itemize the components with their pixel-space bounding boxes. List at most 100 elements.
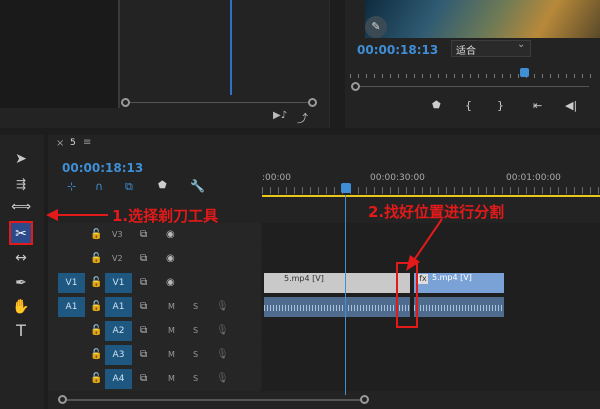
source-patch-a1[interactable]: A1 [58, 297, 85, 317]
timeline-scroll-end-handle[interactable] [360, 395, 369, 404]
timeline-playhead[interactable] [341, 183, 351, 193]
pen-tool-icon[interactable]: ✒ [10, 272, 32, 294]
fx-badge-icon: fx [418, 274, 428, 284]
lock-icon[interactable]: 🔓 [90, 295, 102, 319]
source-playhead-line [230, 0, 232, 95]
program-timecode[interactable]: 00:00:18:13 [357, 43, 438, 57]
track-label-v2[interactable]: V2 [112, 247, 123, 271]
sync-lock-icon[interactable]: ⧉ [140, 247, 147, 271]
audio-clip-left[interactable] [264, 297, 410, 317]
source-scroll-start-handle[interactable] [121, 98, 130, 107]
sync-lock-icon[interactable]: ⧉ [140, 223, 147, 247]
video-clip-right[interactable]: fx 5.mp4 [V] [414, 273, 504, 293]
program-scrollbar-track[interactable] [359, 86, 589, 87]
selection-tool-icon[interactable]: ➤ [10, 148, 32, 170]
work-area-bar[interactable] [262, 195, 600, 197]
track-lane-a2[interactable] [262, 319, 600, 343]
microphone-icon[interactable]: 🎙 [216, 319, 229, 343]
step-back-button[interactable]: ◀| [565, 99, 577, 112]
track-label-a2[interactable]: A2 [105, 321, 132, 341]
close-icon[interactable]: × [56, 138, 64, 149]
track-header-a2: 🔓 A2 ⧉ M S 🎙 [48, 319, 261, 343]
edit-pen-icon[interactable]: ✎ [365, 16, 387, 38]
ripple-edit-tool-icon[interactable]: ⟺ [10, 196, 32, 218]
microphone-icon[interactable]: 🎙 [216, 343, 229, 367]
hand-tool-icon[interactable]: ✋ [10, 296, 32, 318]
source-monitor-panel: ▶♪ ⤴ [0, 0, 330, 128]
lock-icon[interactable]: 🔓 [90, 343, 102, 367]
slip-tool-icon[interactable]: ↔ [10, 247, 32, 269]
nest-sequence-icon[interactable]: ⊹ [67, 180, 76, 193]
playhead-line [345, 195, 346, 395]
go-to-in-button[interactable]: ⇤ [533, 99, 542, 112]
track-label-a1[interactable]: A1 [105, 297, 132, 317]
mute-button[interactable]: M [168, 367, 175, 391]
source-scroll-end-handle[interactable] [308, 98, 317, 107]
track-label-v1[interactable]: V1 [105, 273, 132, 293]
add-marker-icon[interactable]: ⬟ [158, 180, 167, 191]
linked-selection-icon[interactable]: ⧉ [125, 180, 133, 194]
program-monitor-panel: ✎ 00:00:18:13 适合 ⌄ ⬟ { } ⇤ ◀| [345, 0, 600, 128]
type-tool-icon[interactable]: T [10, 320, 32, 342]
sync-lock-icon[interactable]: ⧉ [140, 271, 147, 295]
program-video-frame [365, 0, 600, 38]
mute-button[interactable]: M [168, 295, 175, 319]
track-lane-a4[interactable] [262, 367, 600, 391]
track-header-a3: 🔓 A3 ⧉ M S 🎙 [48, 343, 261, 367]
track-lane-a1[interactable] [262, 295, 600, 319]
track-label-v3[interactable]: V3 [112, 223, 123, 247]
wrench-icon[interactable]: 🔧 [190, 179, 205, 193]
eye-icon[interactable]: ◉ [166, 223, 175, 247]
sync-lock-icon[interactable]: ⧉ [140, 319, 147, 343]
solo-button[interactable]: S [193, 367, 198, 391]
mute-button[interactable]: M [168, 343, 175, 367]
timeline-ruler-ticks[interactable] [262, 187, 600, 194]
track-select-tool-icon[interactable]: ⇶ [10, 173, 32, 195]
source-patch-v1[interactable]: V1 [58, 273, 85, 293]
track-label-a3[interactable]: A3 [105, 345, 132, 365]
sync-lock-icon[interactable]: ⧉ [140, 343, 147, 367]
zoom-fit-dropdown[interactable]: 适合 ⌄ [451, 39, 531, 57]
zoom-fit-value: 适合 [456, 46, 476, 57]
export-frame-button[interactable]: ⤴ [297, 110, 308, 126]
mark-in-button[interactable]: { [465, 99, 472, 112]
microphone-icon[interactable]: 🎙 [216, 295, 229, 319]
audio-clip-right[interactable] [414, 297, 504, 317]
mark-out-button[interactable]: } [497, 99, 504, 112]
video-clip-left[interactable]: 5.mp4 [V] [264, 273, 410, 293]
sequence-timecode[interactable]: 00:00:18:13 [62, 161, 143, 175]
lock-icon[interactable]: 🔓 [90, 271, 102, 295]
track-label-a4[interactable]: A4 [105, 369, 132, 389]
lock-icon[interactable]: 🔓 [90, 247, 102, 271]
mute-button[interactable]: M [168, 319, 175, 343]
panel-menu-icon[interactable]: ≡ [83, 137, 91, 148]
microphone-icon[interactable]: 🎙 [216, 367, 229, 391]
sync-lock-icon[interactable]: ⧉ [140, 367, 147, 391]
program-scroll-start-handle[interactable] [351, 82, 360, 91]
annotation-step1: 1.选择剃刀工具 [112, 207, 219, 225]
snap-magnet-icon[interactable]: ∩ [95, 180, 103, 193]
solo-button[interactable]: S [193, 343, 198, 367]
eye-icon[interactable]: ◉ [166, 271, 175, 295]
source-monitor-view [0, 0, 118, 108]
annotation-arrow-1-shaft [58, 214, 108, 216]
program-time-ruler[interactable] [350, 68, 595, 82]
track-row-v2: 🔓 V2 ⧉ ◉ [48, 247, 600, 271]
program-playhead[interactable] [520, 68, 529, 77]
source-scrollbar-track[interactable] [124, 102, 314, 103]
solo-button[interactable]: S [193, 295, 198, 319]
eye-icon[interactable]: ◉ [166, 247, 175, 271]
add-marker-button[interactable]: ⬟ [432, 100, 441, 111]
timeline-scroll-start-handle[interactable] [58, 395, 67, 404]
insert-button[interactable]: ▶♪ [273, 110, 287, 121]
lock-icon[interactable]: 🔓 [90, 319, 102, 343]
timeline-scrollbar-track[interactable] [65, 399, 365, 401]
solo-button[interactable]: S [193, 319, 198, 343]
razor-tool-icon[interactable]: ✂ [9, 221, 33, 245]
sync-lock-icon[interactable]: ⧉ [140, 295, 147, 319]
lock-icon[interactable]: 🔓 [90, 367, 102, 391]
sequence-tab[interactable]: 5 [70, 138, 76, 148]
lock-icon[interactable]: 🔓 [90, 223, 102, 247]
audio-waveform [264, 305, 410, 311]
track-lane-a3[interactable] [262, 343, 600, 367]
